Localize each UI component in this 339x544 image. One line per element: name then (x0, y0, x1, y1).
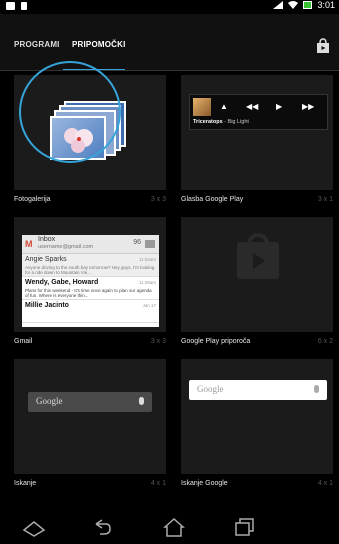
widget-size: 6 x 2 (317, 338, 333, 345)
gmail-logo-icon: M (25, 239, 33, 249)
widget-size: 3 x 3 (150, 338, 166, 345)
tab-programi[interactable]: PROGRAMI (14, 40, 60, 49)
widget-gmail[interactable]: M Inbox username@gmail.com 96 Angie Spar… (14, 217, 166, 352)
account-email: username@gmail.com (38, 244, 94, 250)
gmail-header: M Inbox username@gmail.com 96 (22, 235, 159, 254)
back-icon[interactable] (90, 516, 114, 538)
widget-name: Glasba Google Play (181, 196, 244, 203)
widget-size: 4 x 1 (317, 480, 333, 487)
message-row: Angie Sparks Anyone driving to the south… (22, 254, 159, 277)
recent-apps-icon[interactable] (232, 516, 256, 538)
widget-preview: M Inbox username@gmail.com 96 Angie Spar… (14, 217, 166, 332)
navigation-bar (0, 510, 339, 544)
menu-icon[interactable] (22, 516, 46, 538)
microphone-icon (314, 385, 319, 393)
unread-count: 96 (133, 239, 141, 246)
thumbs-up-icon: ▲ (220, 102, 228, 111)
widget-name: Gmail (14, 338, 33, 345)
document-icon (21, 2, 27, 10)
music-player: ▲ ◀◀ ▶ ▶▶ Triceratops - Big Light (189, 94, 328, 130)
message-snippet: Plans for this weekend - It's time once … (25, 288, 152, 298)
widget-size: 3 x 3 (150, 196, 166, 203)
widget-preview: Google (181, 359, 333, 474)
widget-fotogalerija[interactable]: Fotogalerija 3 x 3 (14, 61, 166, 210)
play-icon: ▶ (276, 102, 283, 111)
widget-preview: ▲ ◀◀ ▶ ▶▶ Triceratops - Big Light (181, 75, 333, 190)
search-bar-preview: Google (28, 392, 152, 412)
previous-icon: ◀◀ (246, 102, 259, 111)
no-sim-icon (273, 1, 284, 9)
battery-icon (303, 1, 313, 9)
widget-size: 4 x 1 (150, 480, 166, 487)
clock: 3:01 (317, 0, 335, 10)
song-title: Big Light (227, 119, 249, 125)
compose-icon (145, 240, 155, 248)
message-sender: Wendy, Gabe, Howard (25, 279, 99, 286)
selection-circle (19, 61, 121, 163)
widget-grid: Fotogalerija 3 x 3 ▲ ◀◀ ▶ ▶▶ Triceratops… (0, 61, 339, 510)
inbox-title: Inbox (38, 236, 56, 243)
widget-name: Fotogalerija (14, 196, 51, 203)
message-sender: Angie Sparks (25, 256, 67, 263)
track-info: Triceratops - Big Light (193, 119, 249, 125)
artist: Triceratops (193, 119, 223, 125)
search-label: Google (197, 384, 224, 394)
widget-name: Google Play priporoča (181, 338, 251, 345)
message-snippet: Anyone driving to the south bay tomorrow… (25, 265, 155, 275)
widget-iskanje[interactable]: Google Iskanje 4 x 1 (14, 359, 166, 494)
search-label: Google (36, 396, 63, 406)
widget-name: Iskanje (14, 480, 37, 487)
album-art (193, 98, 211, 116)
widget-size: 3 x 1 (317, 196, 333, 203)
widget-iskanje-google[interactable]: Google Iskanje Google 4 x 1 (181, 359, 333, 494)
microphone-icon (139, 397, 144, 405)
next-icon: ▶▶ (302, 102, 315, 111)
widget-glasba-google-play[interactable]: ▲ ◀◀ ▶ ▶▶ Triceratops - Big Light Glasba… (181, 75, 333, 210)
message-sender: Millie Jacinto (25, 302, 69, 309)
message-row: Millie Jacinto Jan 17 (22, 300, 159, 323)
message-time: Jan 17 (142, 303, 156, 308)
message-row: Wendy, Gabe, Howard Plans for this weeke… (22, 277, 159, 300)
play-store-icon[interactable] (315, 38, 331, 54)
widget-name: Iskanje Google (181, 480, 228, 487)
status-bar: 3:01 (0, 0, 339, 14)
message-time: 11:02am (138, 257, 156, 262)
message-time: 11:29am (138, 280, 156, 285)
widget-google-play-priporoca[interactable]: Google Play priporoča 6 x 2 (181, 217, 333, 352)
screenshot-icon (6, 2, 15, 10)
search-bar-preview: Google (189, 380, 327, 400)
gmail-inbox-preview: M Inbox username@gmail.com 96 Angie Spar… (22, 235, 159, 327)
widget-preview (181, 217, 333, 332)
wifi-icon (288, 1, 299, 9)
tab-pripomocki[interactable]: PRIPOMOČKI (72, 40, 126, 49)
widget-preview: Google (14, 359, 166, 474)
play-triangle-icon (253, 253, 265, 269)
home-icon[interactable] (162, 516, 186, 538)
